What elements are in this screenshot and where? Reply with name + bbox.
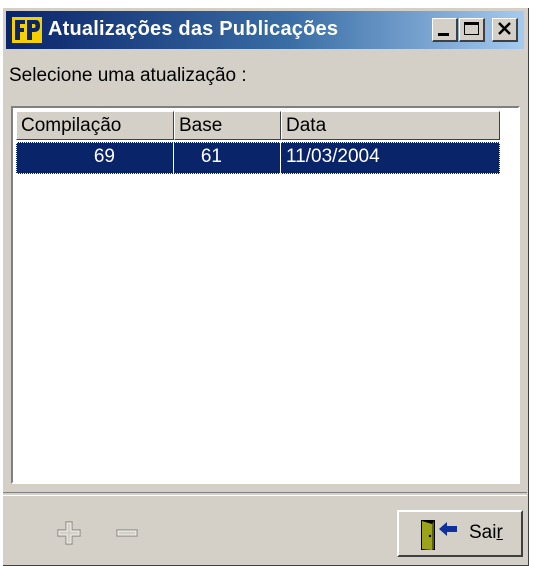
column-header-data[interactable]: Data bbox=[281, 111, 500, 140]
minus-icon bbox=[116, 529, 138, 537]
column-header-compilacao[interactable]: Compilação bbox=[16, 111, 174, 140]
minimize-icon bbox=[438, 33, 449, 36]
maximize-button[interactable] bbox=[459, 18, 485, 42]
column-header-base[interactable]: Base bbox=[174, 111, 281, 140]
updates-list[interactable]: Compilação Base Data 69 61 11/03/2004 bbox=[11, 106, 520, 484]
cell-data: 11/03/2004 bbox=[286, 146, 380, 167]
exit-label: Sair bbox=[469, 522, 503, 543]
plus-icon bbox=[57, 521, 81, 545]
close-button[interactable] bbox=[492, 18, 518, 42]
maximize-icon bbox=[464, 22, 479, 35]
table-row[interactable]: 69 61 11/03/2004 bbox=[16, 142, 500, 174]
remove-button[interactable] bbox=[114, 520, 140, 546]
exit-button[interactable]: Sair bbox=[397, 510, 523, 557]
cell-base: 61 bbox=[174, 142, 281, 174]
exit-door-icon bbox=[421, 520, 457, 550]
title-bar[interactable]: Atualizações das Publicações bbox=[6, 11, 524, 49]
publication-updates-window: Atualizações das Publicações Selecione u… bbox=[3, 8, 529, 566]
app-logo-icon bbox=[12, 17, 42, 43]
add-button[interactable] bbox=[56, 520, 82, 546]
minimize-button[interactable] bbox=[432, 18, 458, 42]
close-icon bbox=[498, 22, 511, 35]
cell-compilacao: 69 bbox=[16, 142, 174, 174]
select-update-label: Selecione uma atualização : bbox=[9, 65, 247, 86]
footer-divider bbox=[3, 492, 527, 496]
window-title: Atualizações das Publicações bbox=[48, 18, 339, 40]
